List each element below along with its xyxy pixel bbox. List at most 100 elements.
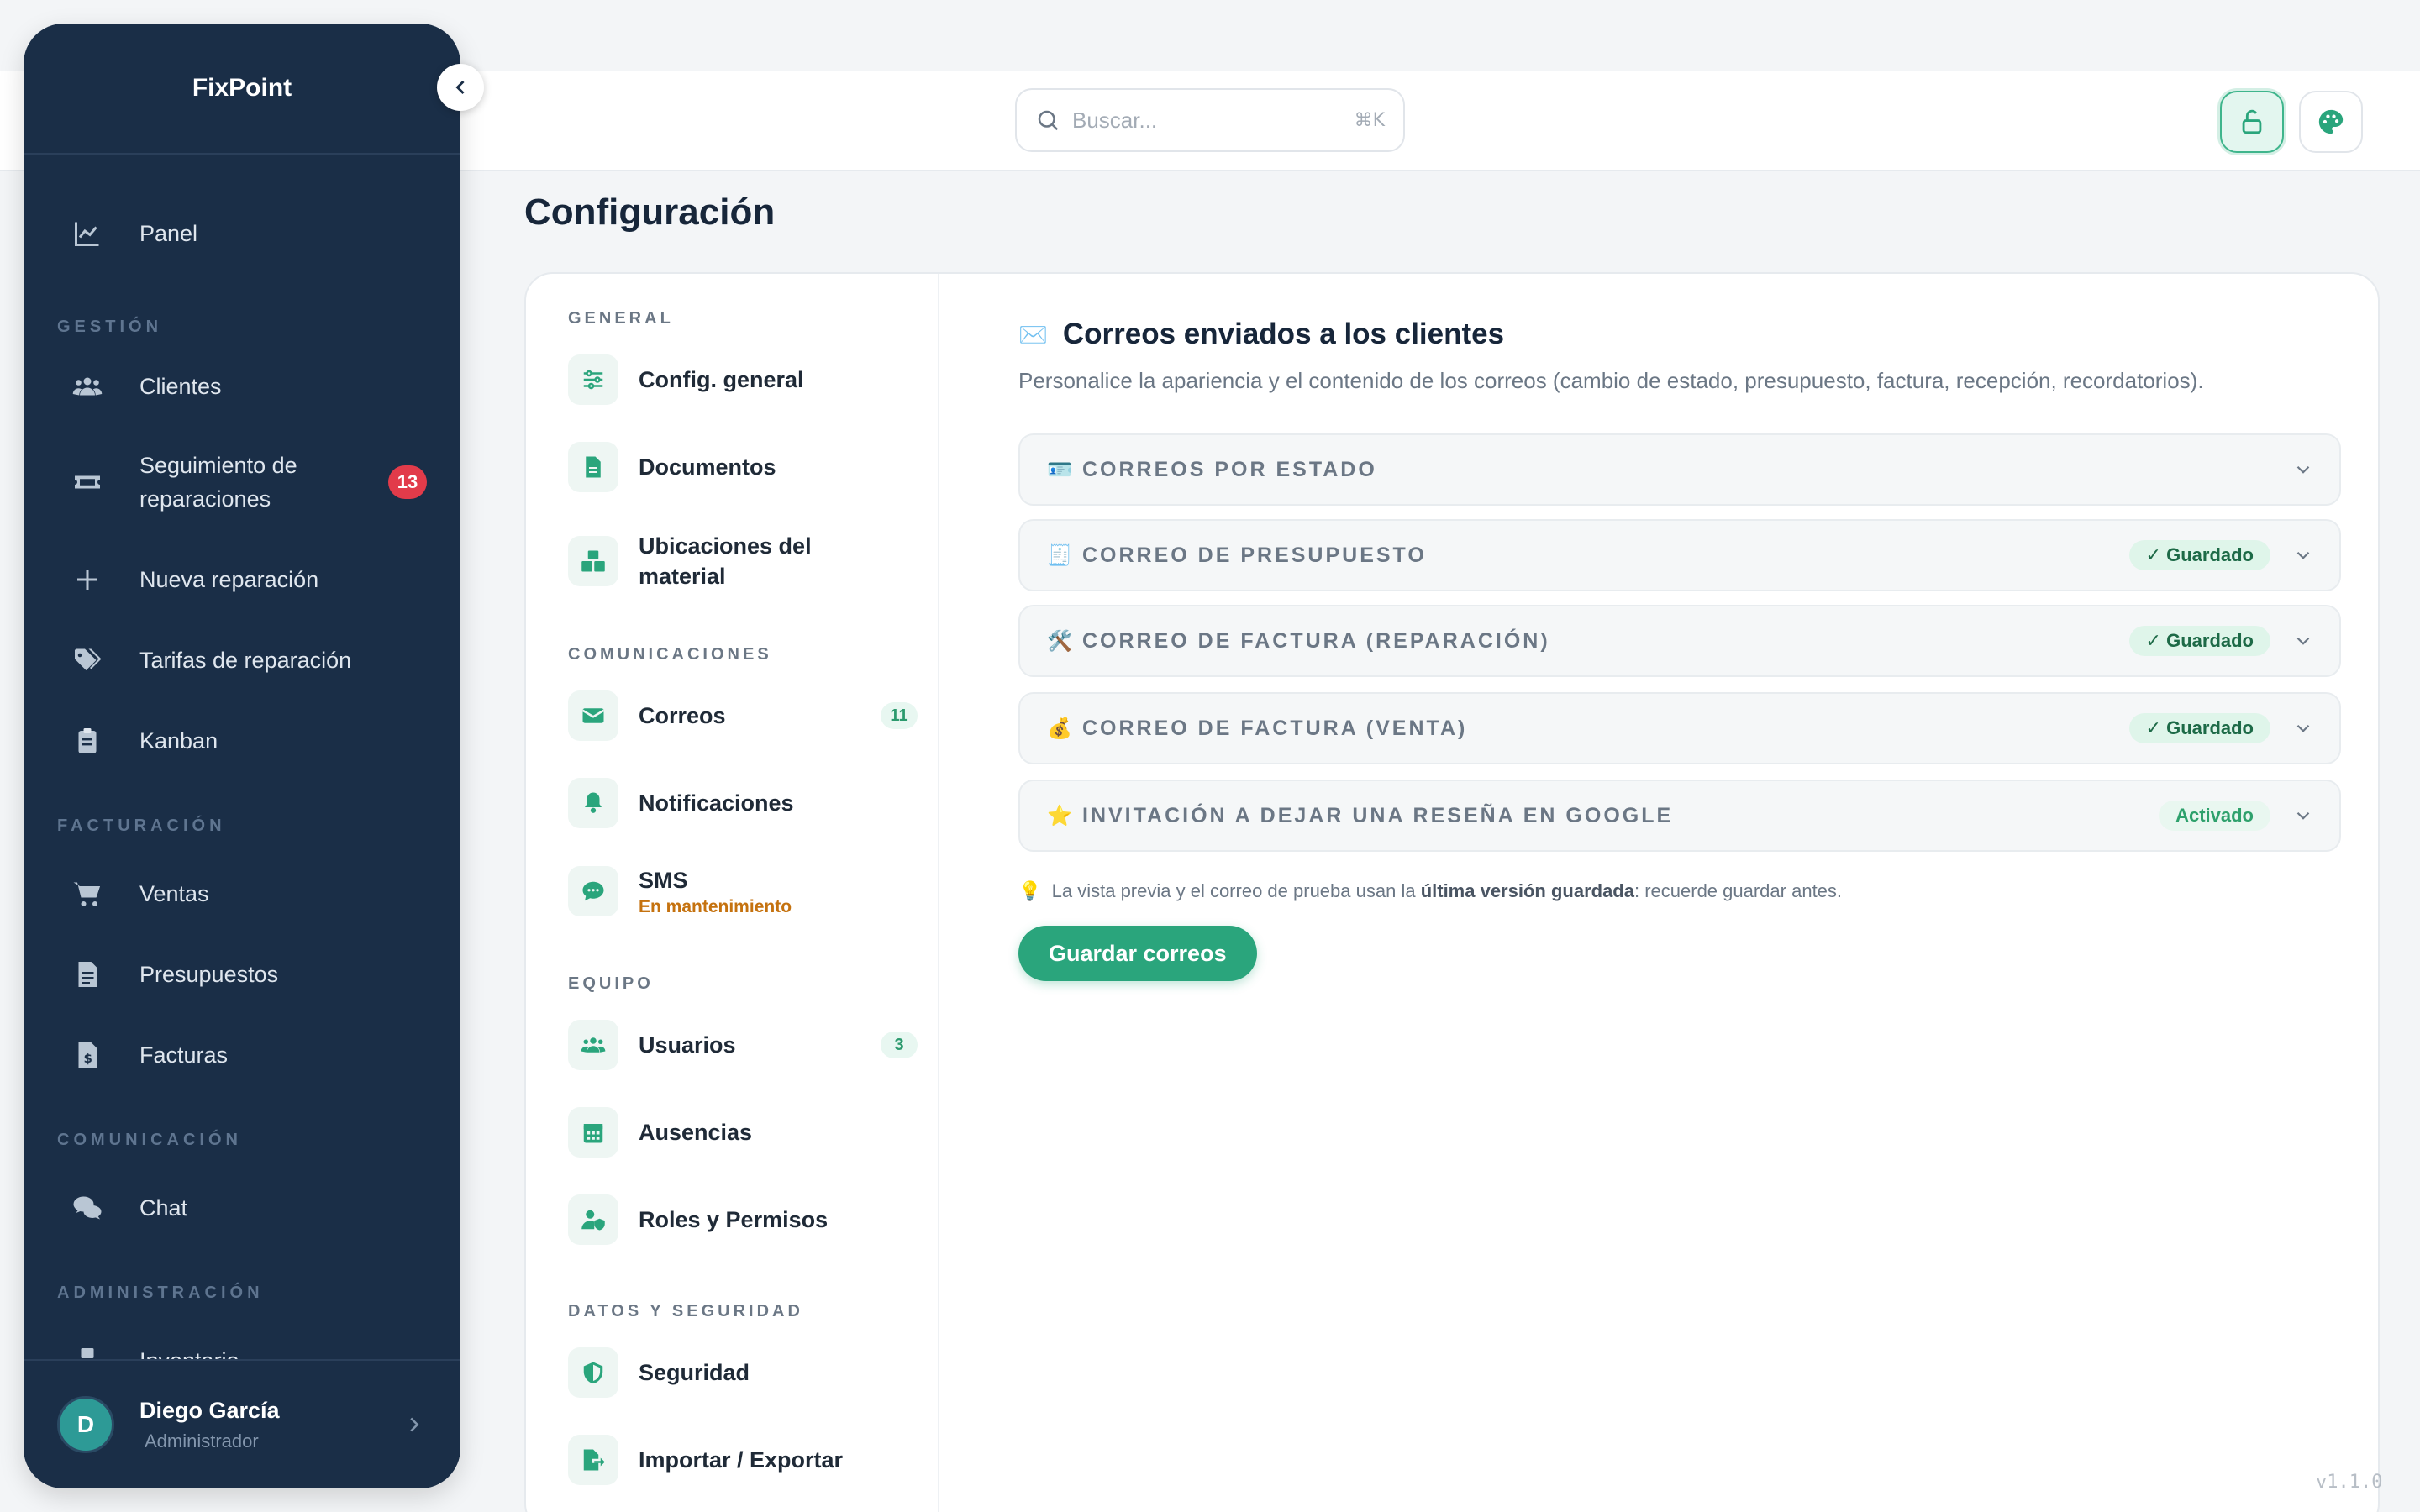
settings-item-seguridad[interactable]: Seguridad (568, 1347, 918, 1398)
sidebar-item-label: Panel (139, 221, 198, 246)
sidebar-item-label: Chat (139, 1195, 188, 1221)
settings-item-ausencias[interactable]: Ausencias (568, 1107, 918, 1158)
settings-item-notificaciones[interactable]: Notificaciones (568, 778, 918, 828)
chat-icon (69, 1189, 106, 1226)
palette-icon (2318, 109, 2344, 134)
settings-item-label: Importar / Exportar (639, 1447, 844, 1473)
settings-item-label: Ubicaciones del material (639, 533, 812, 589)
document-icon (69, 956, 106, 993)
save-emails-button[interactable]: Guardar correos (1018, 926, 1257, 981)
shield-icon (568, 1347, 618, 1398)
sidebar: FixPoint Panel GESTIÓN Clientes Seguimie… (24, 24, 460, 1488)
settings-item-sms[interactable]: SMS En mantenimiento (568, 865, 918, 917)
avatar: D (57, 1396, 114, 1453)
envelope-icon: ✉️ (1018, 321, 1048, 348)
settings-item-ubicaciones[interactable]: Ubicaciones del material (568, 531, 918, 591)
sidebar-item-label: Kanban (139, 728, 218, 753)
sidebar-item-kanban[interactable]: Kanban (57, 722, 434, 759)
settings-item-config-general[interactable]: Config. general (568, 354, 918, 405)
accordion-title: CORREO DE PRESUPUESTO (1082, 543, 1427, 567)
settings-item-correos[interactable]: Correos 11 (568, 690, 918, 741)
accordion-title: CORREO DE FACTURA (REPARACIÓN) (1082, 628, 1550, 653)
sidebar-item-clientes[interactable]: Clientes (57, 368, 434, 405)
settings-item-label: Seguridad (639, 1360, 750, 1385)
settings-item-importar-exportar[interactable]: Importar / Exportar (568, 1435, 918, 1485)
usuarios-count-badge: 3 (881, 1032, 918, 1058)
brand-logo[interactable]: FixPoint (24, 24, 460, 155)
accordion-invitacion-resena[interactable]: ⭐ INVITACIÓN A DEJAR UNA RESEÑA EN GOOGL… (1018, 780, 2341, 852)
sidebar-item-label: Presupuestos (139, 962, 279, 987)
settings-item-documentos[interactable]: Documentos (568, 442, 918, 492)
status-badge: ✓ Guardado (2128, 540, 2270, 570)
clipboard-icon (69, 722, 106, 759)
lightbulb-icon: 💡 (1018, 880, 1042, 901)
chevron-down-icon (2296, 551, 2310, 559)
user-profile[interactable]: D Diego García Administrador (24, 1359, 460, 1488)
settings-item-label: SMS (639, 868, 688, 893)
settings-item-label: Config. general (639, 367, 804, 392)
sidebar-item-panel[interactable]: Panel (57, 215, 434, 252)
maintenance-label: En mantenimiento (639, 897, 792, 916)
accordion-title: INVITACIÓN A DEJAR UNA RESEÑA EN GOOGLE (1082, 803, 1674, 827)
settings-item-usuarios[interactable]: Usuarios 3 (568, 1020, 918, 1070)
accordion-correo-factura-reparacion[interactable]: 🛠️ CORREO DE FACTURA (REPARACIÓN) ✓ Guar… (1018, 605, 2341, 677)
settings-item-label: Correos (639, 703, 726, 728)
page-title: Configuración (524, 192, 776, 233)
chart-line-icon (69, 215, 106, 252)
sidebar-item-nueva-reparacion[interactable]: Nueva reparación (57, 561, 434, 598)
svg-text:$: $ (84, 1051, 92, 1066)
invoice-icon: $ (69, 1037, 106, 1074)
preview-hint: 💡 La vista previa y el correo de prueba … (1018, 880, 1842, 902)
cart-icon (69, 875, 106, 912)
sidebar-item-tarifas[interactable]: Tarifas de reparación (57, 642, 434, 679)
section-description: Personalice la apariencia y el contenido… (1018, 368, 2204, 393)
sidebar-item-seguimiento[interactable]: Seguimiento de reparaciones 13 (57, 449, 434, 516)
settings-item-label: Documentos (639, 454, 776, 480)
user-info: Diego García Administrador (139, 1398, 402, 1452)
settings-item-label: Usuarios (639, 1032, 736, 1058)
search-icon (1038, 110, 1059, 131)
chevron-down-icon (2296, 811, 2310, 820)
sidebar-item-label: Facturas (139, 1042, 229, 1068)
sidebar-section-comunicacion: COMUNICACIÓN (57, 1131, 242, 1149)
theme-button[interactable] (2299, 91, 2363, 153)
sidebar-item-ventas[interactable]: Ventas (57, 875, 434, 912)
star-icon: ⭐ (1047, 804, 1072, 827)
sidebar-item-label: Tarifas de reparación (139, 648, 352, 673)
settings-item-label: Notificaciones (639, 790, 794, 816)
lock-button[interactable] (2220, 91, 2284, 153)
bell-icon (568, 778, 618, 828)
search-input[interactable] (1072, 107, 1355, 134)
sidebar-item-label: Seguimiento de reparaciones (139, 453, 297, 512)
sidebar-item-label: Clientes (139, 374, 222, 399)
accordion-correo-presupuesto[interactable]: 🧾 CORREO DE PRESUPUESTO ✓ Guardado (1018, 519, 2341, 591)
status-badge: ✓ Guardado (2128, 713, 2270, 743)
accordion-correo-factura-venta[interactable]: 💰 CORREO DE FACTURA (VENTA) ✓ Guardado (1018, 692, 2341, 764)
envelope-icon (568, 690, 618, 741)
sidebar-item-chat[interactable]: Chat (57, 1189, 434, 1226)
accordion-correos-por-estado[interactable]: 🪪 CORREOS POR ESTADO (1018, 433, 2341, 506)
sidebar-item-label: Nueva reparación (139, 567, 319, 592)
section-title-text: Correos enviados a los clientes (1062, 318, 1505, 350)
chevron-left-icon (455, 80, 465, 95)
sidebar-item-facturas[interactable]: $ Facturas (57, 1037, 434, 1074)
sidebar-item-presupuestos[interactable]: Presupuestos (57, 956, 434, 993)
users-icon (69, 368, 106, 405)
collapse-sidebar-button[interactable] (437, 64, 484, 111)
settings-section-equipo: EQUIPO (568, 974, 654, 993)
repairs-count-badge: 13 (388, 465, 427, 499)
sidebar-section-administracion: ADMINISTRACIÓN (57, 1284, 264, 1302)
status-badge: ✓ Guardado (2128, 626, 2270, 656)
unlock-icon (2242, 109, 2262, 134)
file-icon (568, 442, 618, 492)
hint-text: La vista previa y el correo de prueba us… (1051, 880, 1421, 901)
search-box[interactable]: ⌘K (1015, 88, 1405, 152)
settings-nav: GENERAL Config. general Documentos Ubica… (526, 274, 939, 1512)
sliders-icon (568, 354, 618, 405)
settings-item-roles[interactable]: Roles y Permisos (568, 1194, 918, 1245)
ticket-icon (69, 464, 106, 501)
id-card-icon: 🪪 (1047, 458, 1072, 481)
chevron-down-icon (2296, 637, 2310, 645)
sidebar-item-label: Ventas (139, 881, 209, 906)
sidebar-section-facturacion: FACTURACIÓN (57, 816, 226, 835)
